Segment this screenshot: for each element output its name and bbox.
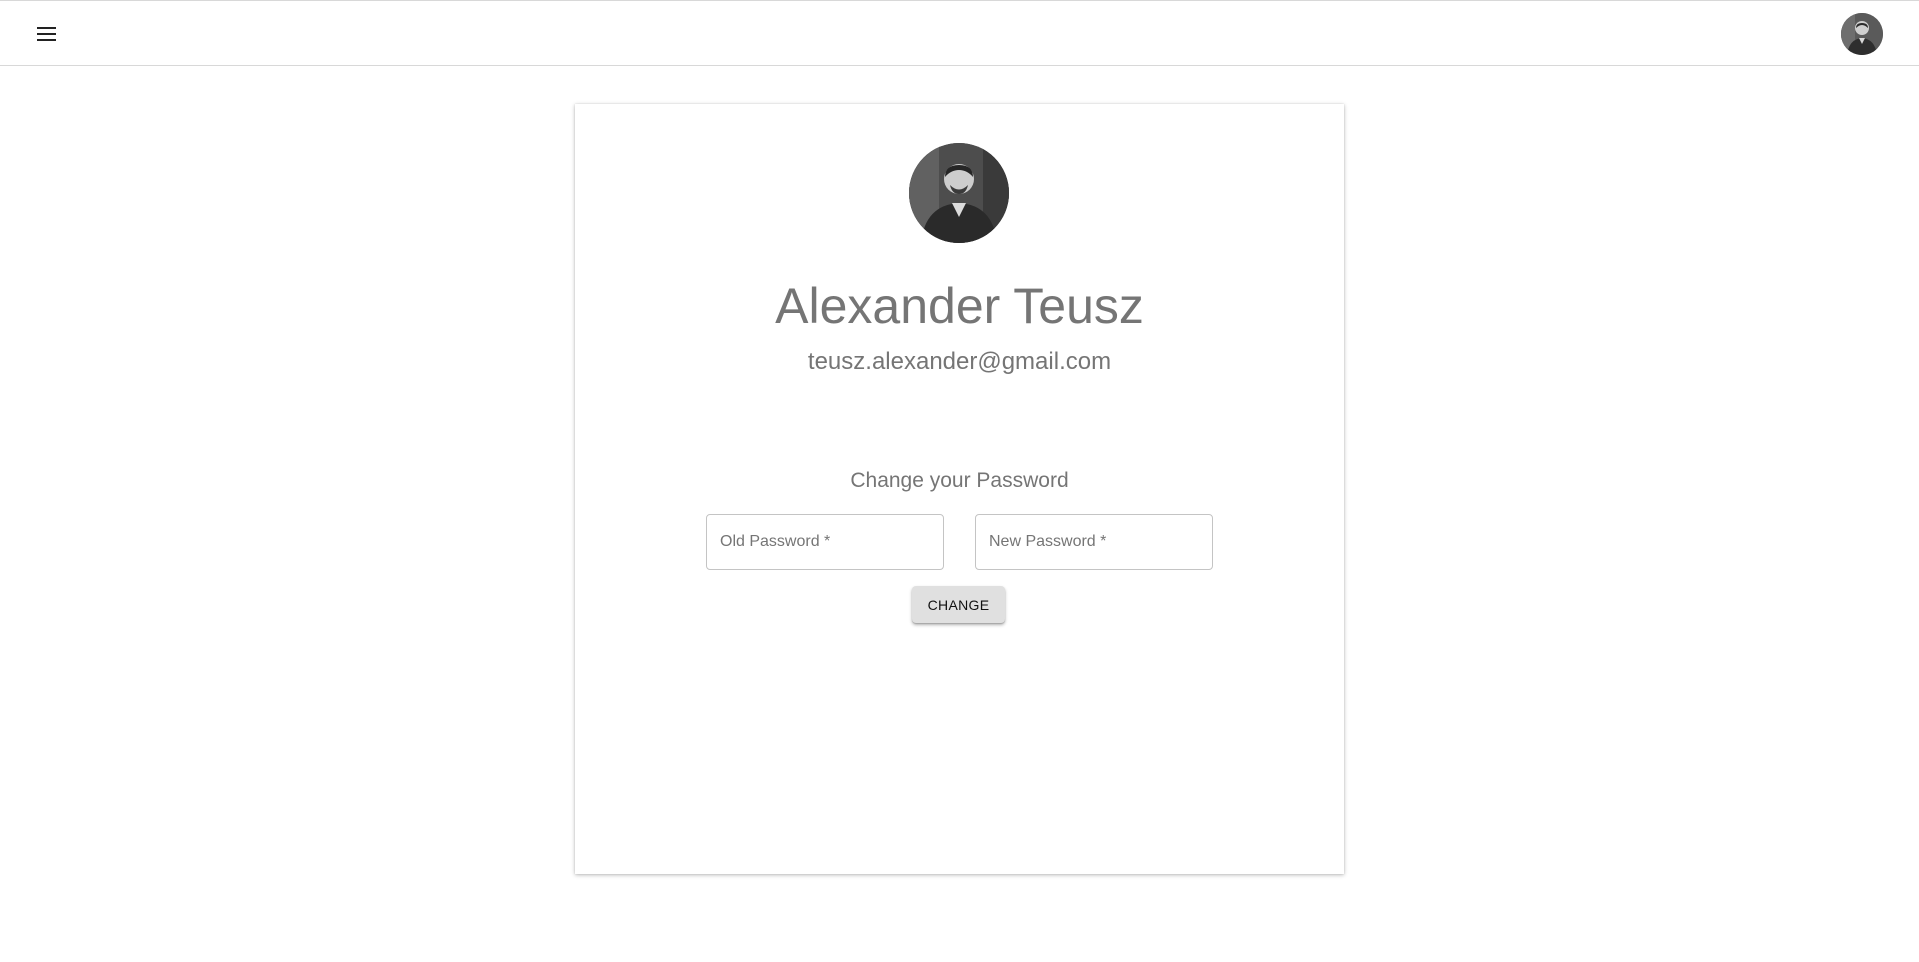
change-password-title: Change your Password [850, 469, 1069, 492]
top-app-bar [0, 0, 1919, 66]
profile-avatar [909, 143, 1009, 243]
new-password-field [975, 514, 1213, 570]
profile-email: teusz.alexander@gmail.com [807, 348, 1112, 375]
change-password-button[interactable]: CHANGE [912, 586, 1005, 623]
hamburger-menu-icon[interactable] [31, 20, 63, 48]
profile-name: Alexander Teusz [775, 278, 1144, 334]
header-avatar[interactable] [1841, 13, 1883, 55]
profile-card: Alexander Teusz teusz.alexander@gmail.co… [575, 104, 1344, 874]
old-password-field [706, 514, 944, 570]
old-password-input[interactable] [707, 515, 943, 569]
new-password-input[interactable] [976, 515, 1212, 569]
